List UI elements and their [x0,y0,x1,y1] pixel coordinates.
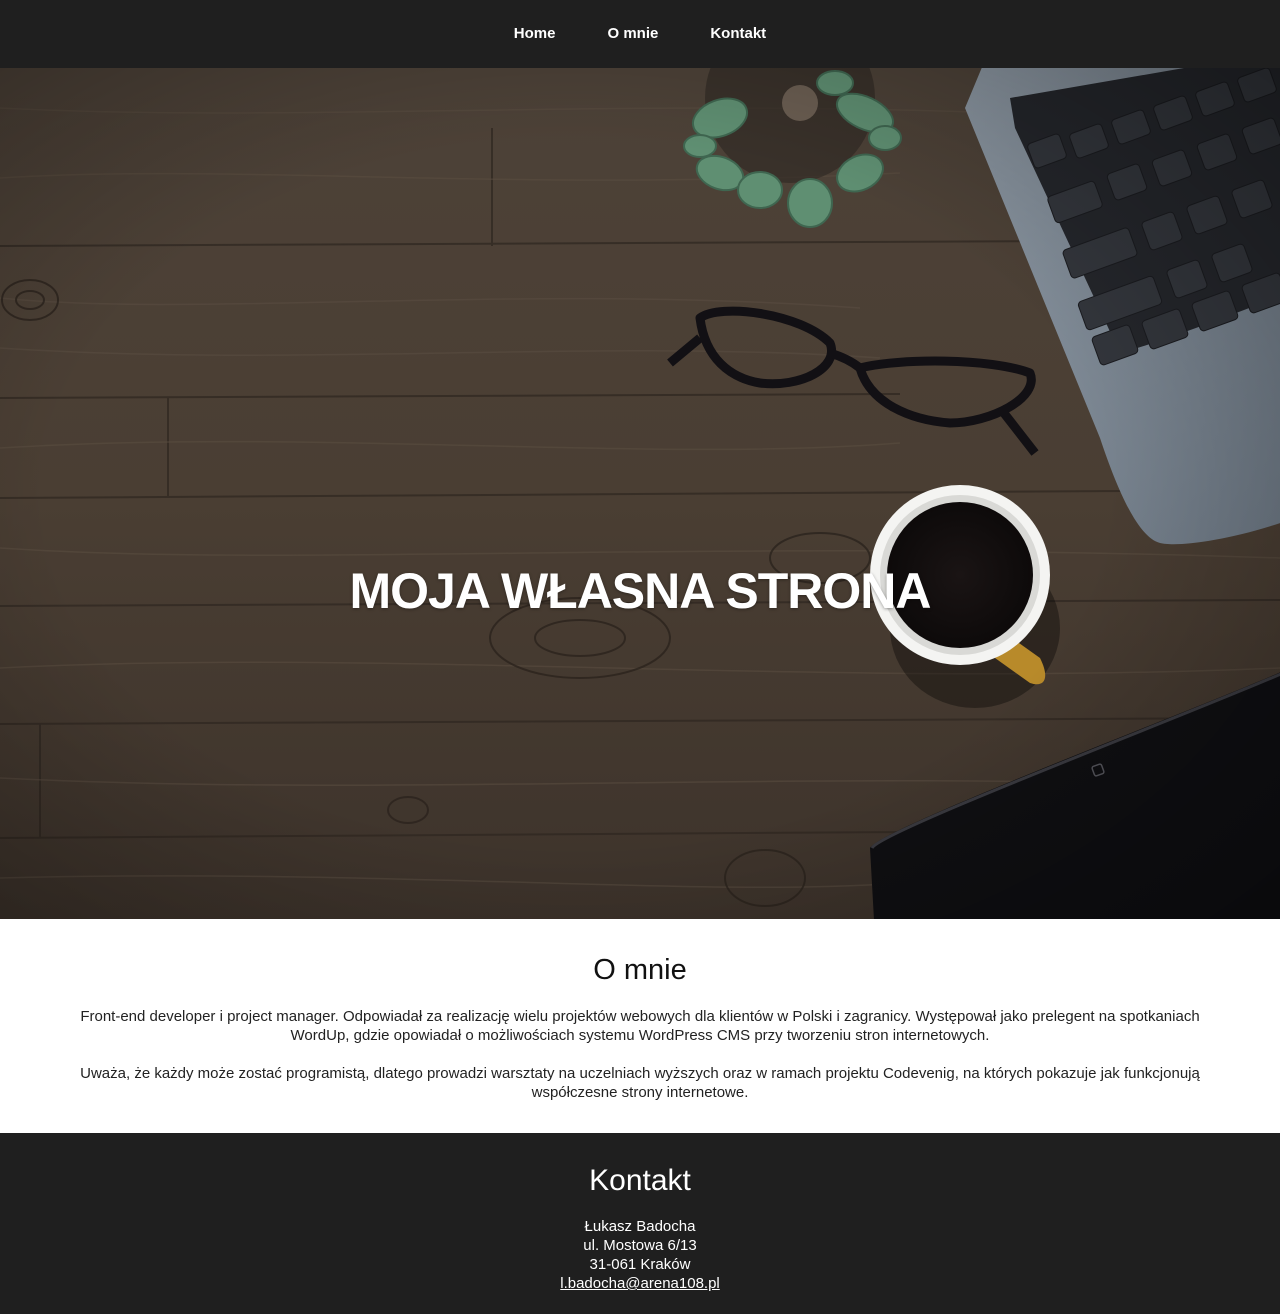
contact-section: Kontakt Łukasz Badocha ul. Mostowa 6/13 … [0,1133,1280,1314]
hero-title: MOJA WŁASNA STRONA [349,563,931,619]
about-paragraph-2: Uważa, że każdy może zostać programistą,… [80,1065,1200,1101]
contact-city: 31-061 Kraków [589,1256,691,1273]
nav-link-kontakt[interactable]: Kontakt [710,25,766,42]
contact-street: ul. Mostowa 6/13 [583,1237,697,1254]
hero-background-image [0,68,1280,919]
nav-link-o-mnie[interactable]: O mnie [607,25,658,42]
contact-name: Łukasz Badocha [584,1218,696,1235]
contact-email-link[interactable]: l.badocha@arena108.pl [560,1275,720,1292]
about-section: O mnie Front-end developer i project man… [0,919,1280,1133]
top-navigation: Home O mnie Kontakt [0,0,1280,68]
about-paragraph-1: Front-end developer i project manager. O… [80,1008,1200,1044]
hero-section: MOJA WŁASNA STRONA [0,68,1280,919]
nav-link-home[interactable]: Home [514,25,556,42]
contact-heading: Kontakt [589,1164,691,1197]
about-heading: O mnie [593,954,687,986]
